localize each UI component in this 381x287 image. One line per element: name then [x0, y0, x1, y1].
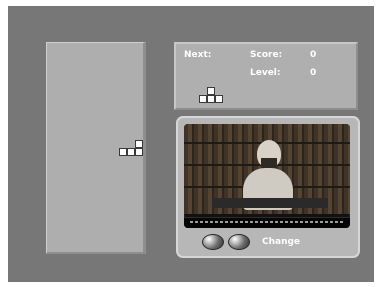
left-control-button[interactable]: [202, 234, 224, 250]
desk: [212, 198, 328, 208]
right-control-button[interactable]: [228, 234, 250, 250]
change-button[interactable]: Change: [262, 237, 300, 247]
video-preview: [184, 124, 350, 228]
level-label: Level:: [250, 68, 281, 78]
current-piece-block: [135, 148, 143, 156]
score-label: Score:: [250, 50, 283, 60]
preview-frame: Change: [176, 116, 360, 258]
next-piece-block: [207, 95, 215, 103]
current-piece-block: [135, 140, 143, 148]
info-panel: Next: Score: 0 Level: 0: [174, 42, 358, 110]
current-piece-block: [119, 148, 127, 156]
level-value: 0: [310, 68, 317, 78]
game-board[interactable]: [46, 42, 146, 254]
ticker-bar: [184, 217, 350, 228]
next-piece-block: [215, 95, 223, 103]
next-piece-block: [199, 95, 207, 103]
next-piece-block: [207, 87, 215, 95]
score-value: 0: [310, 50, 317, 60]
game-screen: Next: Score: 0 Level: 0 Change: [8, 6, 374, 282]
current-piece-block: [127, 148, 135, 156]
next-label: Next:: [184, 50, 212, 60]
